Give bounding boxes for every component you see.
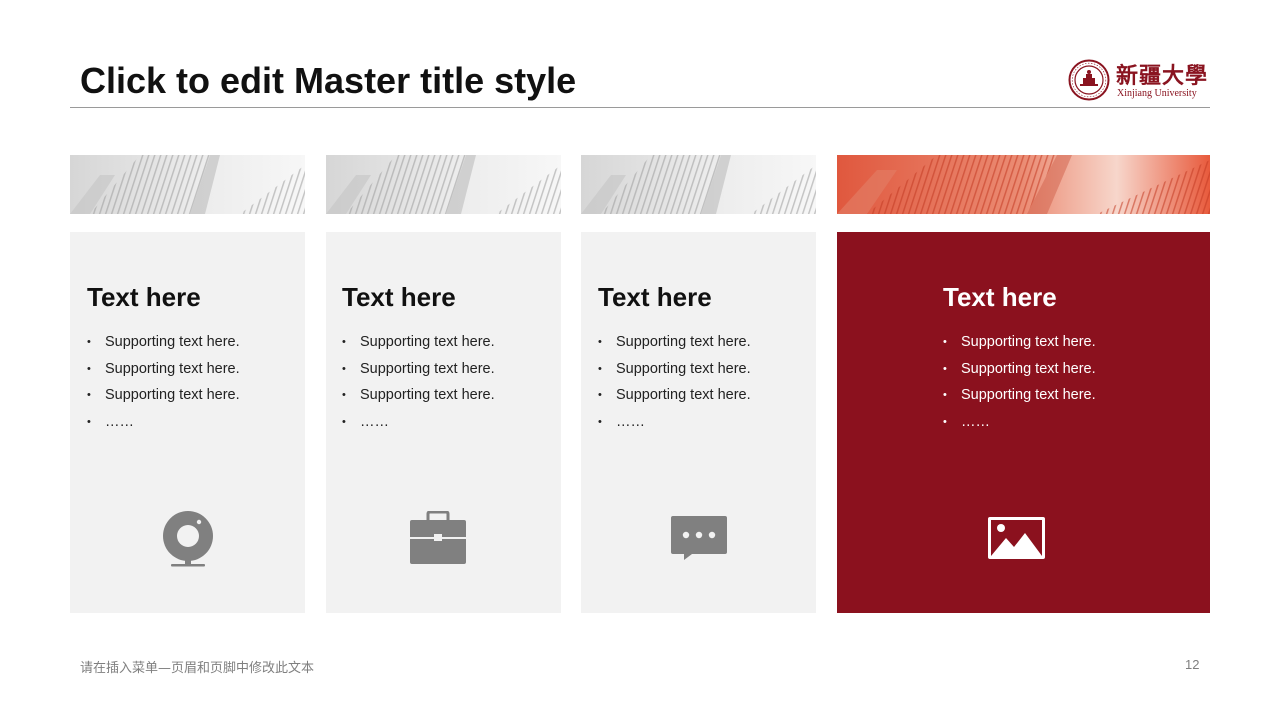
list-item: Supporting text here. — [342, 382, 495, 409]
card-title: Text here — [943, 282, 1057, 312]
webcam-icon — [163, 511, 213, 567]
banner-image-3 — [581, 155, 816, 214]
list-item: …… — [87, 409, 240, 436]
banner-image-4 — [837, 155, 1210, 214]
image-icon — [988, 517, 1045, 559]
slide-title: Click to edit Master title style — [80, 60, 577, 101]
card-title: Text here — [87, 282, 201, 312]
card-bullet-list: Supporting text here. Supporting text he… — [943, 329, 1096, 435]
list-item: Supporting text here. — [87, 329, 240, 356]
card-1: Text here Supporting text here. Supporti… — [70, 232, 305, 613]
university-seal-icon — [1068, 59, 1110, 101]
list-item: …… — [342, 409, 495, 436]
list-item: …… — [943, 409, 1096, 436]
briefcase-icon — [410, 511, 466, 564]
footer-text: 请在插入菜单—页眉和页脚中修改此文本 — [80, 661, 315, 676]
banner-image-1 — [70, 155, 305, 214]
list-item: Supporting text here. — [943, 382, 1096, 409]
list-item: Supporting text here. — [342, 356, 495, 383]
banner-image-2 — [326, 155, 561, 214]
list-item: Supporting text here. — [87, 382, 240, 409]
list-item: Supporting text here. — [87, 356, 240, 383]
list-item: Supporting text here. — [342, 329, 495, 356]
card-bullet-list: Supporting text here. Supporting text he… — [87, 329, 240, 435]
title-divider — [70, 107, 1210, 108]
card-bullet-list: Supporting text here. Supporting text he… — [342, 329, 495, 435]
card-bullet-list: Supporting text here. Supporting text he… — [598, 329, 751, 435]
card-4-highlighted: Text here Supporting text here. Supporti… — [837, 232, 1210, 613]
list-item: Supporting text here. — [943, 329, 1096, 356]
card-title: Text here — [342, 282, 456, 312]
university-logo: 新疆大學 Xinjiang University — [1068, 58, 1213, 102]
card-2: Text here Supporting text here. Supporti… — [326, 232, 561, 613]
chat-bubble-icon — [671, 516, 727, 560]
card-3: Text here Supporting text here. Supporti… — [581, 232, 816, 613]
card-title: Text here — [598, 282, 712, 312]
list-item: Supporting text here. — [598, 329, 751, 356]
logo-name-english: Xinjiang University — [1117, 88, 1197, 99]
list-item: Supporting text here. — [943, 356, 1096, 383]
list-item: Supporting text here. — [598, 382, 751, 409]
list-item: Supporting text here. — [598, 356, 751, 383]
logo-name-chinese: 新疆大學 — [1116, 63, 1209, 89]
list-item: …… — [598, 409, 751, 436]
page-number: 12 — [1185, 657, 1200, 672]
